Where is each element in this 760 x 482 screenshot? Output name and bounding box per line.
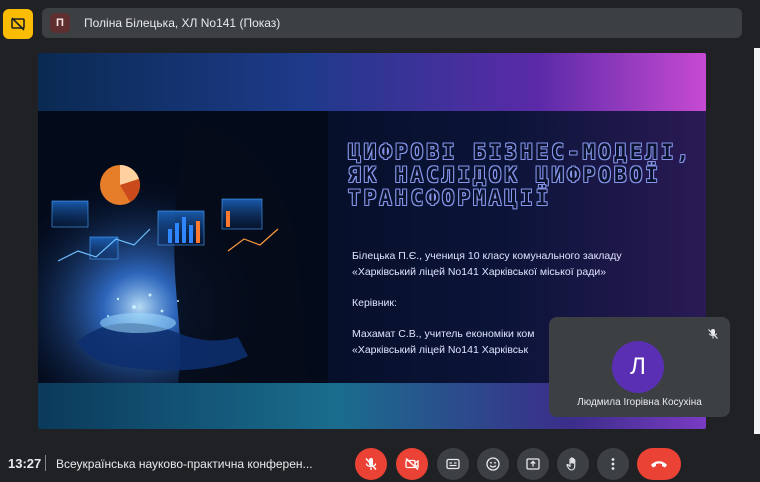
author-line: «Харківський ліцей No141 Харківської міс… bbox=[352, 266, 607, 278]
meeting-title: Всеукраїнська науково-практична конферен… bbox=[56, 457, 313, 471]
presenter-label: Поліна Білецька, ХЛ No141 (Показ) bbox=[84, 16, 281, 30]
footer-divider bbox=[45, 455, 46, 471]
supervisor-heading: Керівник: bbox=[352, 297, 397, 309]
more-options-button[interactable] bbox=[597, 448, 629, 480]
more-vertical-icon bbox=[605, 456, 621, 472]
supervisor-line: «Харківський ліцей No141 Харківськ bbox=[352, 344, 529, 356]
microphone-button[interactable] bbox=[355, 448, 387, 480]
hand-icon bbox=[565, 456, 581, 472]
participant-tile[interactable]: Л Людмила Ігорівна Косухіна bbox=[549, 317, 730, 417]
reactions-button[interactable] bbox=[477, 448, 509, 480]
captions-icon bbox=[445, 456, 461, 472]
mic-off-icon bbox=[363, 456, 379, 472]
emoji-icon bbox=[485, 456, 501, 472]
slide-top-band bbox=[38, 53, 706, 111]
slide-title-line: ТРАНСФОРМАЦІЇ bbox=[348, 186, 552, 210]
slide-title: ЦИФРОВІ БІЗНЕС-МОДЕЛІ, ЯК НАСЛІДОК ЦИФРО… bbox=[348, 141, 698, 210]
participant-name: Людмила Ігорівна Косухіна bbox=[577, 397, 702, 408]
presenter-banner: П Поліна Білецька, ХЛ No141 (Показ) bbox=[42, 8, 742, 38]
captions-button[interactable] bbox=[437, 448, 469, 480]
slide-title-line: ЯК НАСЛІДОК ЦИФРОВОЇ bbox=[348, 163, 661, 187]
leave-call-button[interactable] bbox=[637, 448, 681, 480]
side-panel-edge bbox=[754, 48, 760, 434]
hang-up-icon bbox=[649, 458, 669, 470]
presentation-toggle-button[interactable] bbox=[3, 9, 33, 39]
author-line: Білецька П.Є., учениця 10 класу комуналь… bbox=[352, 250, 622, 262]
raise-hand-button[interactable] bbox=[557, 448, 589, 480]
supervisor-line: Махамат С.В., учитель економіки ком bbox=[352, 328, 535, 340]
camera-off-icon bbox=[404, 456, 420, 472]
camera-button[interactable] bbox=[396, 448, 428, 480]
present-off-icon bbox=[10, 16, 26, 32]
digital-hand-illustration bbox=[38, 111, 328, 383]
presenter-avatar: П bbox=[50, 13, 70, 33]
mic-muted-icon bbox=[704, 325, 722, 343]
slide-title-line: ЦИФРОВІ БІЗНЕС-МОДЕЛІ, bbox=[348, 140, 693, 164]
present-screen-icon bbox=[525, 456, 541, 472]
present-now-button[interactable] bbox=[517, 448, 549, 480]
participant-avatar: Л bbox=[612, 341, 664, 393]
meeting-clock: 13:27 bbox=[8, 456, 42, 471]
